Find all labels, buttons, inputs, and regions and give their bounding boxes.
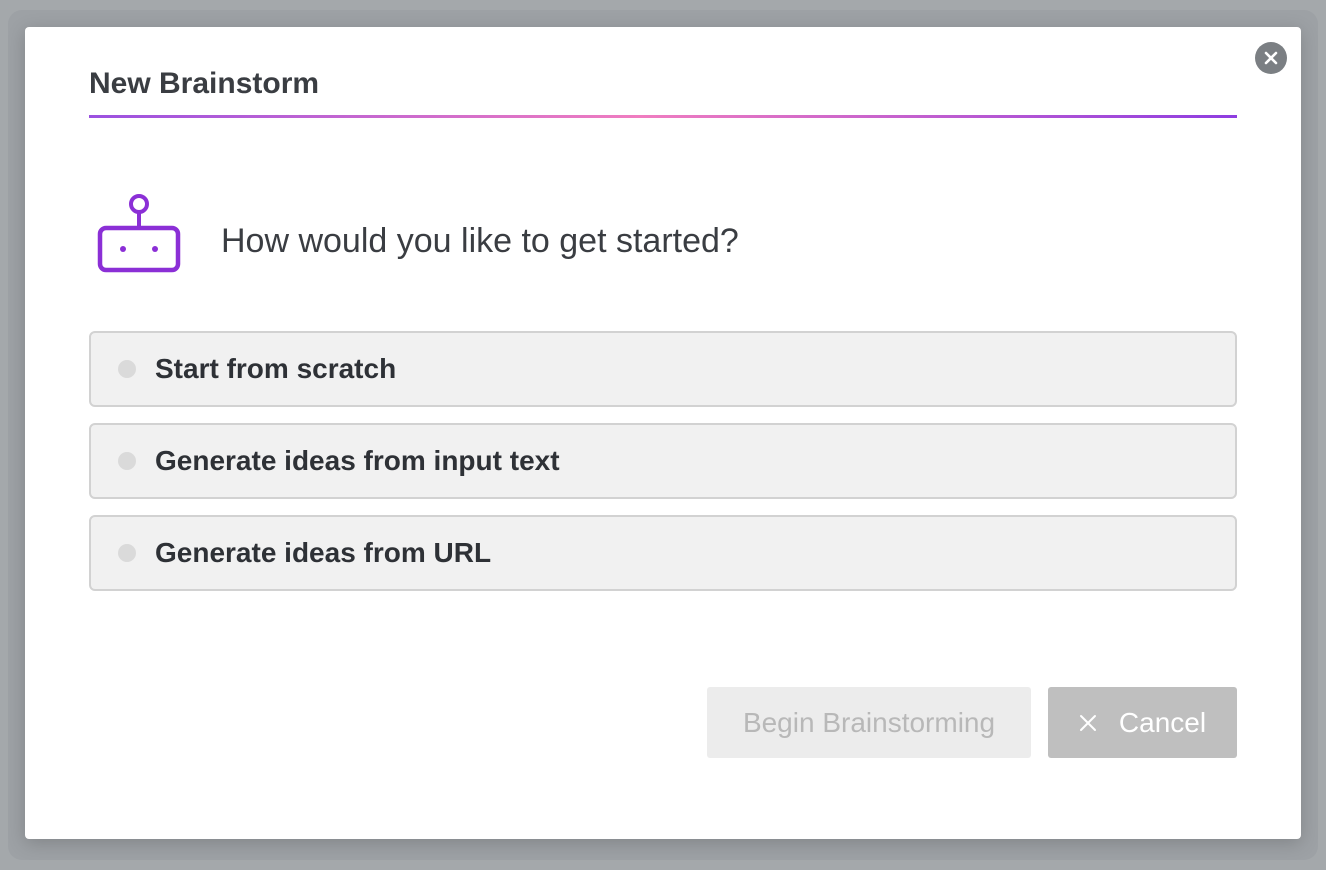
dialog-title: New Brainstorm xyxy=(89,67,320,100)
cancel-label: Cancel xyxy=(1118,706,1207,738)
option-label: Start from scratch xyxy=(155,353,397,384)
title-underline xyxy=(89,115,1237,118)
begin-brainstorming-label: Begin Brainstorming xyxy=(742,706,996,738)
option-start-from-scratch[interactable]: Start from scratch xyxy=(89,331,1237,407)
radio-button[interactable] xyxy=(118,360,136,378)
option-generate-from-text[interactable]: Generate ideas from input text xyxy=(89,423,1237,499)
close-button[interactable] xyxy=(1255,42,1287,74)
option-label: Generate ideas from input text xyxy=(155,445,560,476)
close-icon xyxy=(1079,714,1097,732)
get-started-prompt: How would you like to get started? xyxy=(221,222,739,260)
option-generate-from-url[interactable]: Generate ideas from URL xyxy=(89,515,1237,591)
new-brainstorm-dialog: New Brainstorm How would you like to get… xyxy=(25,27,1301,839)
robot-icon xyxy=(96,191,182,275)
close-circle-icon xyxy=(1263,50,1279,66)
start-options-list: Start from scratch Generate ideas from i… xyxy=(89,331,1237,607)
radio-button[interactable] xyxy=(118,452,136,470)
cancel-button[interactable]: Cancel xyxy=(1048,687,1237,758)
radio-button[interactable] xyxy=(118,544,136,562)
option-label: Generate ideas from URL xyxy=(155,537,492,568)
begin-brainstorming-button[interactable]: Begin Brainstorming xyxy=(707,687,1031,758)
